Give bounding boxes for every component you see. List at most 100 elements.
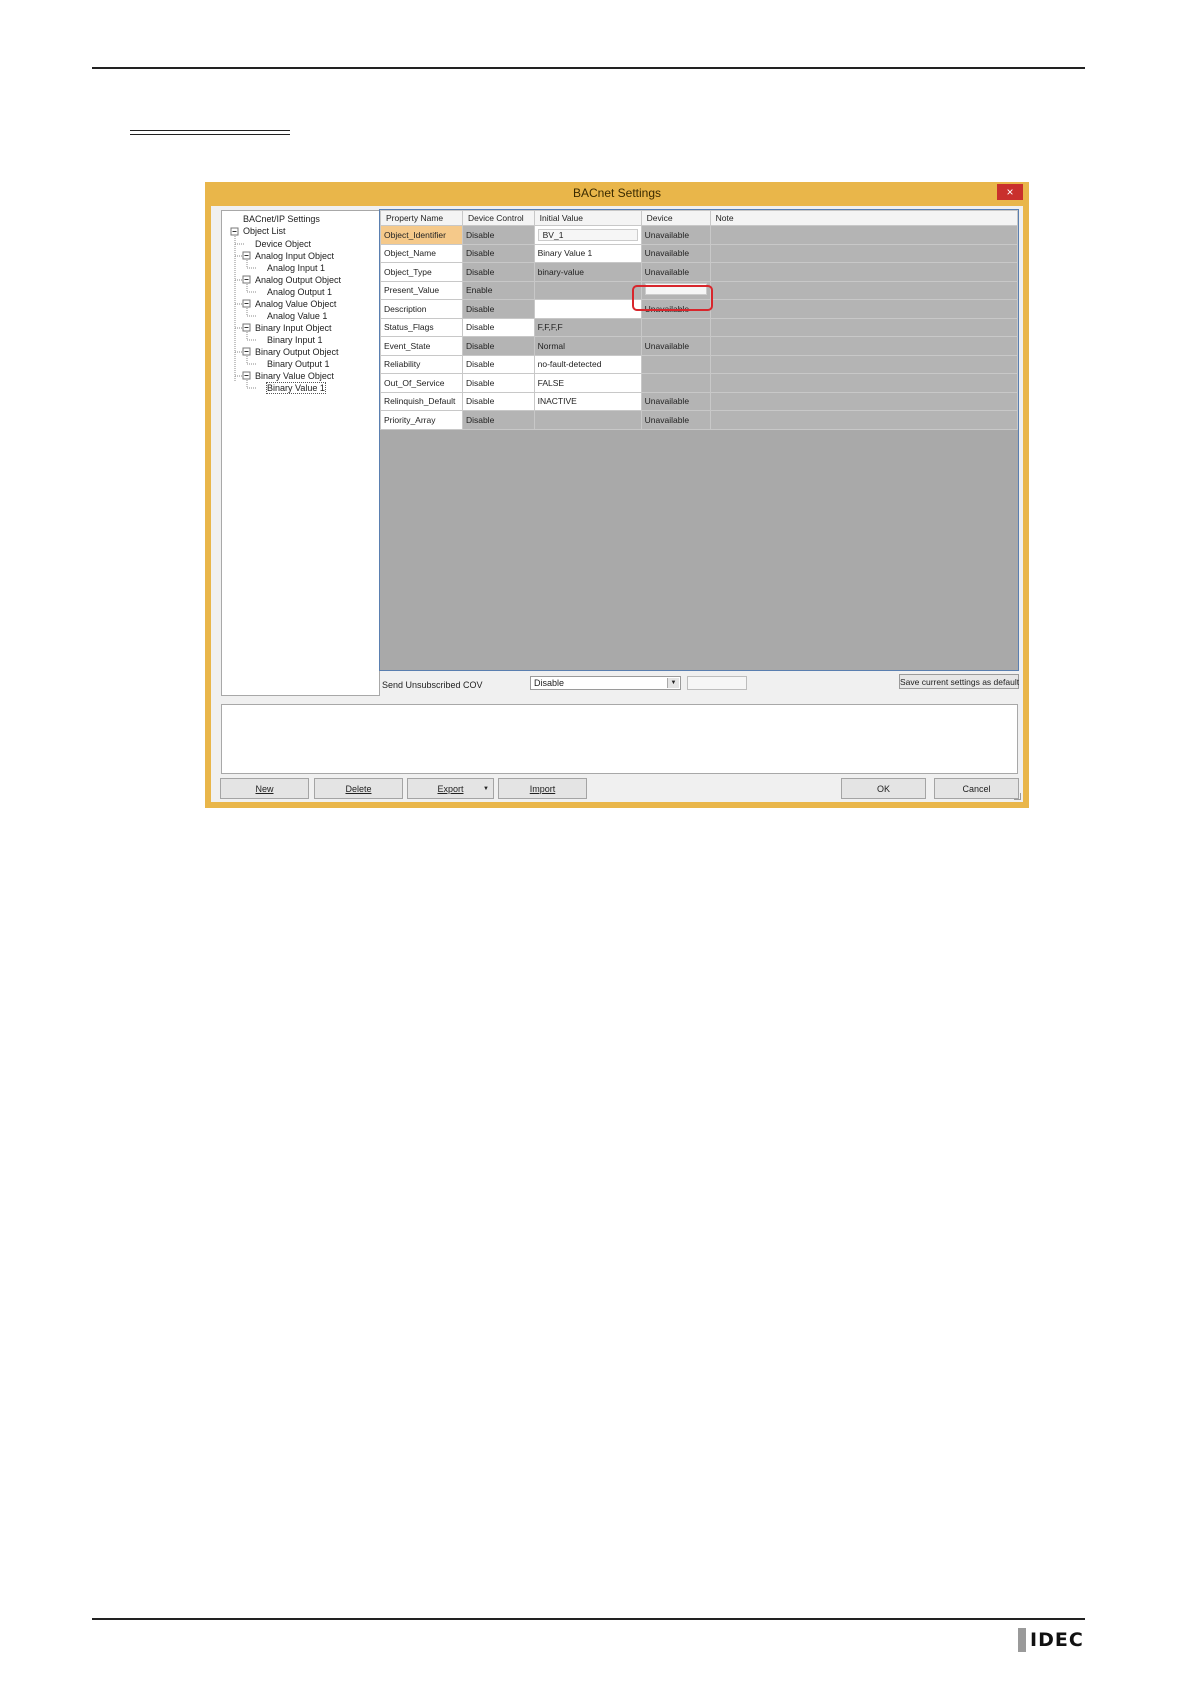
cell-initial-value: Normal xyxy=(533,336,642,356)
cell-note xyxy=(709,299,1019,319)
cell-note xyxy=(709,225,1019,245)
cell-note xyxy=(709,317,1019,337)
cell-property-name[interactable]: Object_Name xyxy=(380,243,463,263)
cell-initial-value[interactable]: Binary Value 1 xyxy=(533,243,642,263)
cell-device-control[interactable]: Enable xyxy=(461,280,535,300)
chevron-down-icon[interactable]: ▼ xyxy=(667,678,679,688)
cell-property-name[interactable]: Out_Of_Service xyxy=(380,373,463,393)
cell-initial-value[interactable]: INACTIVE xyxy=(533,391,642,411)
chevron-down-icon: ▼ xyxy=(483,786,489,792)
new-button[interactable]: New xyxy=(220,778,309,799)
tree-item-binary-value-1[interactable]: Binary Value 1 xyxy=(266,382,326,395)
heading-underline-2 xyxy=(130,134,290,135)
cell-note xyxy=(709,410,1019,430)
cell-property-name[interactable]: Description xyxy=(380,299,463,319)
column-header-note[interactable]: Note xyxy=(709,210,1019,226)
tree-item-object-list[interactable]: Object List xyxy=(243,225,286,238)
cell-property-name[interactable]: Priority_Array xyxy=(380,410,463,430)
bacnet-settings-dialog: BACnet Settings × BACnet/IP Settings Obj… xyxy=(205,182,1029,808)
cell-initial-value xyxy=(533,410,642,430)
cell-initial-value xyxy=(533,280,642,300)
export-button[interactable]: Export ▼ xyxy=(407,778,494,799)
column-header-initial-value[interactable]: Initial Value xyxy=(533,210,642,226)
cell-note xyxy=(709,243,1019,263)
cell-note xyxy=(709,373,1019,393)
save-default-button[interactable]: Save current settings as default xyxy=(899,674,1019,689)
cell-device: Unavailable xyxy=(640,243,711,263)
import-button[interactable]: Import xyxy=(498,778,587,799)
table-row[interactable]: Status_Flags Disable F,F,F,F xyxy=(380,317,1019,337)
cov-label: Send Unsubscribed COV xyxy=(382,680,483,690)
table-row[interactable]: Object_Type Disable binary-value Unavail… xyxy=(380,262,1019,282)
idec-logo: IDEC xyxy=(1018,1628,1084,1652)
property-table: Property Name Device Control Initial Val… xyxy=(380,210,1019,430)
heading-underline xyxy=(130,130,290,131)
cell-property-name[interactable]: Status_Flags xyxy=(380,317,463,337)
initial-value-input[interactable]: BV_1 xyxy=(537,228,638,241)
dialog-title: BACnet Settings xyxy=(572,186,662,200)
cell-property-name[interactable]: Object_Type xyxy=(380,262,463,282)
cell-initial-value[interactable]: BV_1 xyxy=(533,225,642,245)
cell-device: Unavailable xyxy=(640,391,711,411)
cell-device xyxy=(640,317,711,337)
logo-bar-icon xyxy=(1018,1628,1026,1652)
cell-initial-value[interactable]: no-fault-detected xyxy=(533,354,642,374)
cell-device-control[interactable]: Disable xyxy=(461,299,535,319)
table-header-row: Property Name Device Control Initial Val… xyxy=(380,210,1019,226)
cell-note xyxy=(709,280,1019,300)
cov-extra-field xyxy=(687,676,747,690)
cell-device-control[interactable]: Disable xyxy=(461,225,535,245)
cell-initial-value[interactable] xyxy=(533,299,642,319)
cell-property-name[interactable]: Reliability xyxy=(380,354,463,374)
cell-device-control[interactable]: Disable xyxy=(461,336,535,356)
cell-note xyxy=(709,391,1019,411)
table-row[interactable]: Object_Name Disable Binary Value 1 Unava… xyxy=(380,243,1019,263)
cell-device-control[interactable]: Disable xyxy=(461,373,535,393)
logo-text: IDEC xyxy=(1030,1629,1084,1651)
cov-dropdown[interactable]: Disable ▼ xyxy=(530,676,681,690)
cell-initial-value[interactable]: FALSE xyxy=(533,373,642,393)
column-header-property-name[interactable]: Property Name xyxy=(380,210,463,226)
cell-device xyxy=(640,373,711,393)
dialog-client-area: BACnet/IP Settings Object List Device Ob… xyxy=(211,206,1023,802)
cell-device-control[interactable]: Disable xyxy=(461,243,535,263)
present-value-highlight xyxy=(632,285,713,311)
delete-button[interactable]: Delete xyxy=(314,778,403,799)
page-bottom-rule xyxy=(92,1618,1085,1620)
column-header-device[interactable]: Device xyxy=(640,210,711,226)
table-row[interactable]: Priority_Array Disable Unavailable xyxy=(380,410,1019,430)
table-row[interactable]: Out_Of_Service Disable FALSE xyxy=(380,373,1019,393)
cell-device-control[interactable]: Disable xyxy=(461,317,535,337)
cell-device-control[interactable]: Disable xyxy=(461,262,535,282)
cell-note xyxy=(709,262,1019,282)
table-row[interactable]: Object_Identifier Disable BV_1 Unavailab… xyxy=(380,225,1019,245)
cancel-button[interactable]: Cancel xyxy=(934,778,1019,799)
column-header-device-control[interactable]: Device Control xyxy=(461,210,535,226)
cell-initial-value: F,F,F,F xyxy=(533,317,642,337)
cell-device: Unavailable xyxy=(640,225,711,245)
ok-button[interactable]: OK xyxy=(841,778,926,799)
cov-dropdown-value: Disable xyxy=(534,678,565,688)
cell-property-name[interactable]: Event_State xyxy=(380,336,463,356)
cell-device: Unavailable xyxy=(640,262,711,282)
cell-property-name[interactable]: Relinquish_Default xyxy=(380,391,463,411)
cell-device xyxy=(640,354,711,374)
cell-device-control[interactable]: Disable xyxy=(461,391,535,411)
description-area[interactable] xyxy=(221,704,1018,774)
dialog-titlebar: BACnet Settings × xyxy=(205,182,1029,206)
cell-device-control[interactable]: Disable xyxy=(461,410,535,430)
table-row[interactable]: Relinquish_Default Disable INACTIVE Unav… xyxy=(380,391,1019,411)
page-top-rule xyxy=(92,67,1085,69)
object-tree[interactable]: BACnet/IP Settings Object List Device Ob… xyxy=(221,210,380,696)
cell-device-control[interactable]: Disable xyxy=(461,354,535,374)
table-row[interactable]: Reliability Disable no-fault-detected xyxy=(380,354,1019,374)
cell-initial-value: binary-value xyxy=(533,262,642,282)
cell-property-name[interactable]: Present_Value xyxy=(380,280,463,300)
cell-property-name[interactable]: Object_Identifier xyxy=(380,225,463,245)
cell-note xyxy=(709,336,1019,356)
resize-grip-icon[interactable] xyxy=(1014,793,1021,800)
close-button[interactable]: × xyxy=(997,184,1023,200)
property-grid[interactable]: Property Name Device Control Initial Val… xyxy=(379,209,1019,671)
cell-device: Unavailable xyxy=(640,410,711,430)
table-row[interactable]: Event_State Disable Normal Unavailable xyxy=(380,336,1019,356)
